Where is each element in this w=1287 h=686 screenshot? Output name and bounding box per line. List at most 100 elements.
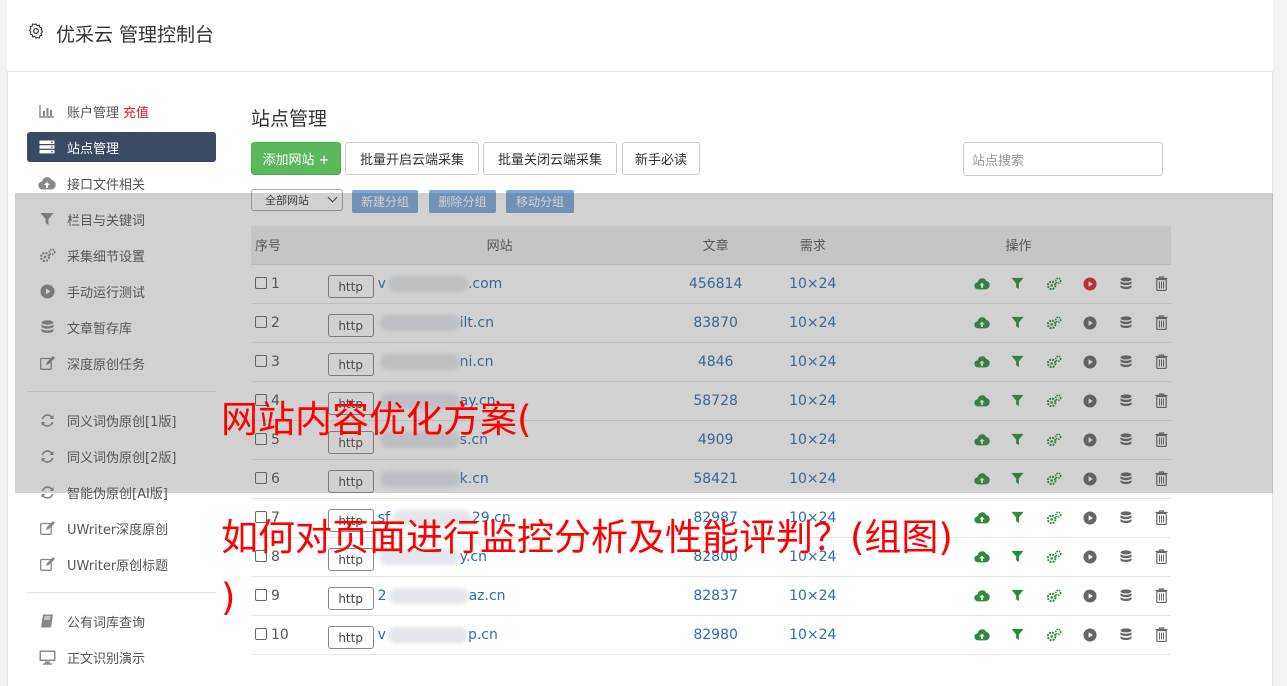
site-domain-link[interactable]: v p.cn (378, 626, 498, 643)
filter-icon[interactable] (1008, 313, 1027, 332)
sidebar-item-ai-original[interactable]: 智能伪原创[AI版] (27, 474, 216, 510)
recharge-link[interactable]: 充值 (123, 102, 149, 121)
beginner-guide-button[interactable]: 新手必读 (622, 142, 700, 175)
play-circle-icon[interactable] (1080, 508, 1099, 527)
sidebar-item-synonym-v2[interactable]: 同义词伪原创[2版] (27, 438, 216, 474)
protocol-badge[interactable]: http (327, 587, 374, 610)
play-circle-icon[interactable] (1080, 469, 1099, 488)
sidebar-item-interface-files[interactable]: 接口文件相关 (27, 165, 216, 201)
cloud-upload-icon[interactable] (972, 547, 991, 566)
trash-icon[interactable] (1152, 313, 1171, 332)
filter-icon[interactable] (1008, 508, 1027, 527)
protocol-badge[interactable]: http (327, 548, 374, 571)
protocol-badge[interactable]: http (327, 431, 374, 454)
cloud-upload-icon[interactable] (972, 352, 991, 371)
site-domain-link[interactable]: y.cn (378, 548, 487, 565)
protocol-badge[interactable]: http (327, 470, 374, 493)
row-demand[interactable]: 10×24 (759, 576, 866, 616)
play-circle-icon[interactable] (1080, 274, 1099, 293)
trash-icon[interactable] (1152, 547, 1171, 566)
gears-icon[interactable] (1044, 547, 1063, 566)
database-icon[interactable] (1116, 508, 1135, 527)
filter-icon[interactable] (1008, 469, 1027, 488)
protocol-badge[interactable]: http (327, 353, 374, 376)
gears-icon[interactable] (1044, 625, 1063, 644)
cloud-upload-icon[interactable] (972, 274, 991, 293)
site-domain-link[interactable]: v .com (378, 275, 502, 292)
play-circle-icon[interactable] (1080, 313, 1099, 332)
gears-icon[interactable] (1044, 313, 1063, 332)
sidebar-item-synonym-v1[interactable]: 同义词伪原创[1版] (27, 402, 216, 438)
row-demand[interactable]: 10×24 (759, 342, 866, 382)
row-articles[interactable]: 82987 (671, 498, 760, 538)
site-domain-link[interactable]: s.cn (378, 431, 488, 448)
site-domain-link[interactable]: k.cn (378, 470, 489, 487)
row-articles[interactable]: 82980 (671, 615, 760, 655)
database-icon[interactable] (1116, 352, 1135, 371)
database-icon[interactable] (1116, 469, 1135, 488)
database-icon[interactable] (1116, 313, 1135, 332)
gears-icon[interactable] (1044, 274, 1063, 293)
filter-icon[interactable] (1008, 274, 1027, 293)
row-articles[interactable]: 58421 (671, 459, 760, 499)
trash-icon[interactable] (1152, 274, 1171, 293)
cloud-upload-icon[interactable] (972, 625, 991, 644)
trash-icon[interactable] (1152, 391, 1171, 410)
row-demand[interactable]: 10×24 (759, 459, 866, 499)
sidebar-item-manual-test[interactable]: 手动运行测试 (27, 273, 216, 309)
row-checkbox[interactable] (255, 510, 267, 523)
play-circle-icon[interactable] (1080, 586, 1099, 605)
cloud-upload-icon[interactable] (972, 313, 991, 332)
add-site-button[interactable]: 添加网站 + (251, 142, 341, 175)
cloud-upload-icon[interactable] (972, 586, 991, 605)
gears-icon[interactable] (1044, 508, 1063, 527)
new-group-button[interactable]: 新建分组 (352, 190, 418, 213)
trash-icon[interactable] (1152, 508, 1171, 527)
cloud-upload-icon[interactable] (972, 469, 991, 488)
site-domain-link[interactable]: ay.cn (378, 392, 496, 409)
filter-icon[interactable] (1008, 586, 1027, 605)
trash-icon[interactable] (1152, 586, 1171, 605)
sidebar-item-uwriter-deep[interactable]: UWriter深度原创 (27, 510, 216, 546)
sidebar-item-text-recognition[interactable]: 正文识别演示 (27, 639, 216, 675)
gears-icon[interactable] (1044, 430, 1063, 449)
play-circle-icon[interactable] (1080, 430, 1099, 449)
sidebar-item-uwriter-title[interactable]: UWriter原创标题 (27, 546, 216, 582)
play-circle-icon[interactable] (1080, 547, 1099, 566)
site-domain-link[interactable]: sf 29.cn (378, 509, 511, 526)
filter-icon[interactable] (1008, 391, 1027, 410)
trash-icon[interactable] (1152, 430, 1171, 449)
protocol-badge[interactable]: http (327, 275, 374, 298)
row-checkbox[interactable] (255, 315, 267, 328)
row-articles[interactable]: 456814 (671, 264, 760, 304)
play-circle-icon[interactable] (1080, 352, 1099, 371)
filter-icon[interactable] (1008, 430, 1027, 449)
play-circle-icon[interactable] (1080, 625, 1099, 644)
row-demand[interactable]: 10×24 (759, 303, 866, 343)
row-checkbox[interactable] (255, 276, 267, 289)
row-articles[interactable]: 58728 (671, 381, 760, 421)
row-checkbox[interactable] (255, 471, 267, 484)
row-articles[interactable]: 83870 (671, 303, 760, 343)
protocol-badge[interactable]: http (327, 626, 374, 649)
protocol-badge[interactable]: http (327, 392, 374, 415)
delete-group-button[interactable]: 删除分组 (429, 190, 496, 213)
database-icon[interactable] (1116, 547, 1135, 566)
row-checkbox[interactable] (255, 354, 267, 367)
sidebar-item-collect-settings[interactable]: 采集细节设置 (27, 237, 216, 273)
sidebar-item-columns-keywords[interactable]: 栏目与关键词 (27, 201, 216, 237)
database-icon[interactable] (1116, 274, 1135, 293)
disable-cloud-collect-button[interactable]: 批量关闭云端采集 (483, 142, 617, 175)
filter-icon[interactable] (1008, 625, 1027, 644)
row-articles[interactable]: 82837 (671, 576, 760, 616)
row-demand[interactable]: 10×24 (759, 381, 866, 421)
database-icon[interactable] (1116, 391, 1135, 410)
gears-icon[interactable] (1044, 586, 1063, 605)
trash-icon[interactable] (1152, 469, 1171, 488)
sidebar-item-sites[interactable]: 站点管理 (27, 132, 216, 162)
gears-icon[interactable] (1044, 352, 1063, 371)
row-checkbox[interactable] (255, 432, 267, 445)
sidebar-item-public-lexicon[interactable]: 公有词库查询 (27, 603, 216, 639)
database-icon[interactable] (1116, 625, 1135, 644)
gears-icon[interactable] (1044, 391, 1063, 410)
